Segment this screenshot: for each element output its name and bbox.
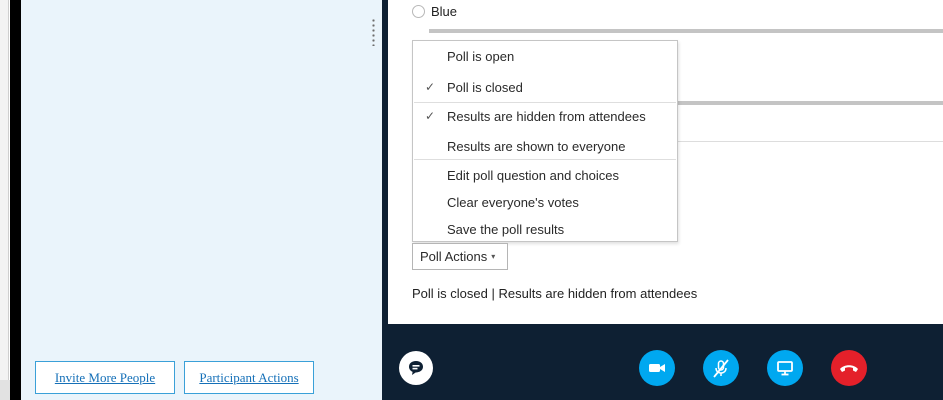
window-corner xyxy=(0,380,10,400)
video-camera-icon xyxy=(649,364,665,372)
hang-up-icon xyxy=(840,365,858,372)
microphone-muted-icon xyxy=(713,359,729,378)
present-button[interactable] xyxy=(767,350,803,386)
menu-item-results-shown[interactable]: Results are shown to everyone xyxy=(413,133,677,159)
menu-item-label: Results are hidden from attendees xyxy=(447,108,646,124)
menu-item-edit-poll[interactable]: Edit poll question and choices xyxy=(413,162,677,188)
chevron-down-icon: ▾ xyxy=(491,252,496,261)
poll-result-bar xyxy=(429,29,943,33)
chat-icon xyxy=(409,361,423,375)
chat-button[interactable] xyxy=(399,351,433,385)
checkmark-icon: ✓ xyxy=(424,109,436,123)
window-border xyxy=(10,0,21,400)
participants-pane: Invite More People Participant Actions xyxy=(21,0,382,400)
poll-status-text: Poll is closed | Results are hidden from… xyxy=(412,286,698,301)
participant-actions-button[interactable]: Participant Actions xyxy=(184,361,314,394)
invite-more-people-button[interactable]: Invite More People xyxy=(35,361,175,394)
poll-actions-label: Poll Actions xyxy=(420,249,488,264)
radio-button[interactable] xyxy=(412,5,425,18)
menu-item-label: Poll is closed xyxy=(447,79,523,95)
menu-item-label: Clear everyone's votes xyxy=(447,194,579,210)
poll-choice[interactable]: Blue xyxy=(412,4,457,19)
menu-item-label: Save the poll results xyxy=(447,221,565,237)
menu-item-poll-closed[interactable]: ✓ Poll is closed xyxy=(413,74,677,100)
poll-actions-button[interactable]: Poll Actions ▾ xyxy=(412,243,508,270)
menu-item-label: Results are shown to everyone xyxy=(447,138,626,154)
menu-item-poll-open[interactable]: Poll is open xyxy=(413,43,677,69)
present-screen-icon xyxy=(777,361,793,376)
hang-up-button[interactable] xyxy=(831,350,867,386)
menu-item-label: Poll is open xyxy=(447,48,515,64)
poll-choice-label: Blue xyxy=(431,4,458,19)
menu-item-clear-votes[interactable]: Clear everyone's votes xyxy=(413,189,677,215)
window-edge xyxy=(0,0,9,400)
menu-item-label: Edit poll question and choices xyxy=(447,167,620,183)
menu-item-save-results[interactable]: Save the poll results xyxy=(413,216,677,242)
checkmark-icon: ✓ xyxy=(424,80,436,94)
mute-button[interactable] xyxy=(703,350,739,386)
resize-grip-icon[interactable] xyxy=(372,18,375,46)
video-button[interactable] xyxy=(639,350,675,386)
menu-item-results-hidden[interactable]: ✓ Results are hidden from attendees xyxy=(413,103,677,129)
menu-separator xyxy=(414,159,676,160)
poll-actions-menu: Poll is open ✓ Poll is closed ✓ Results … xyxy=(412,40,678,242)
